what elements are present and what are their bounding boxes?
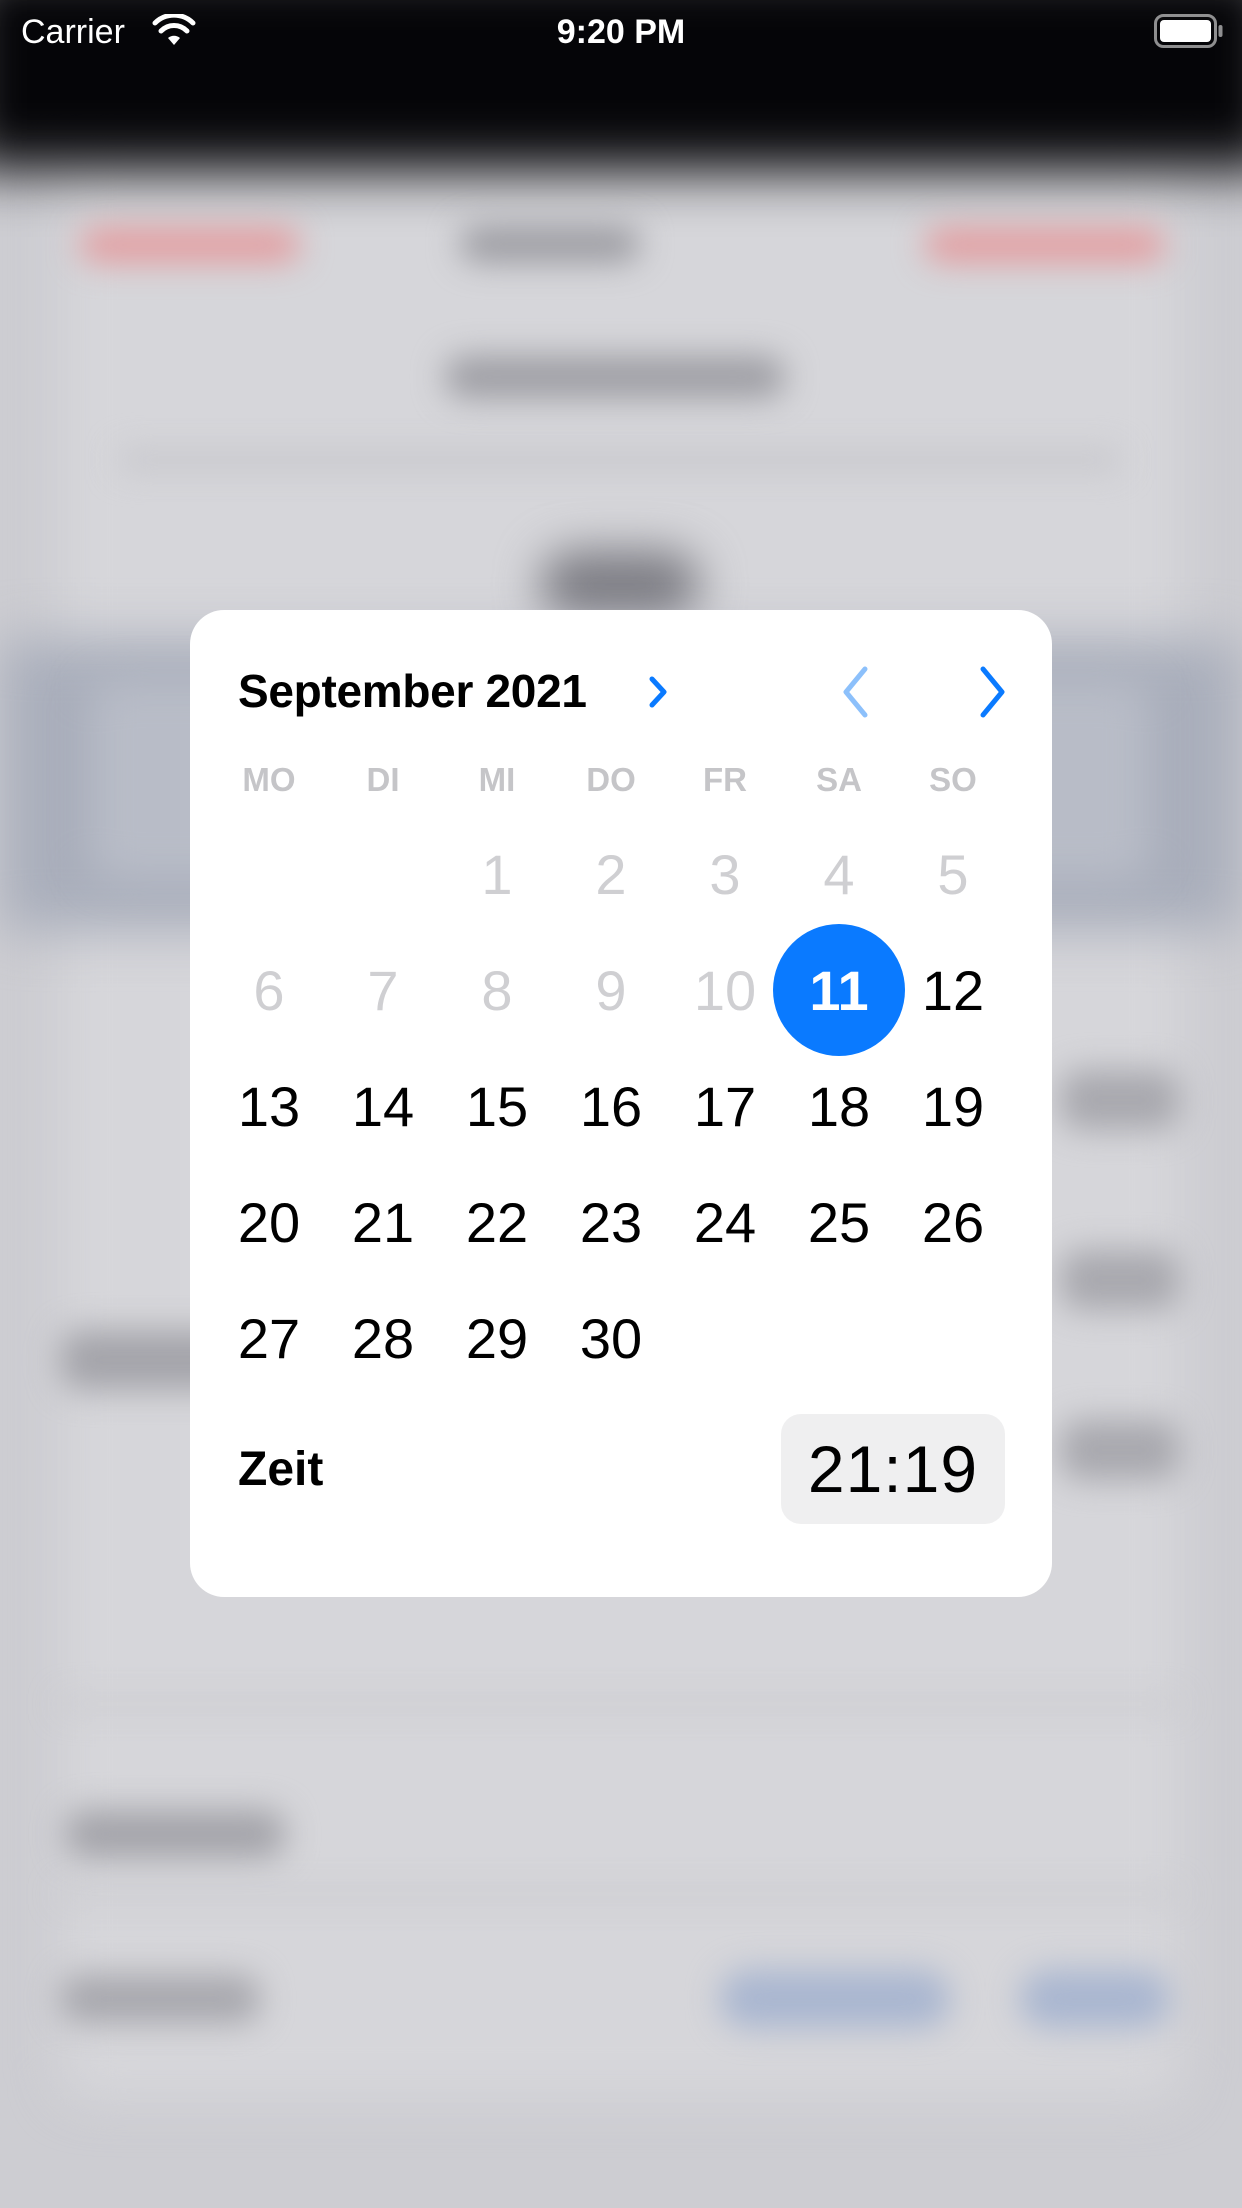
- day-cell-selected[interactable]: 11: [773, 924, 905, 1056]
- day-number: 17: [693, 1074, 757, 1138]
- day-number: 21: [351, 1190, 415, 1254]
- day-number: 8: [481, 958, 513, 1022]
- day-number: 26: [921, 1190, 985, 1254]
- day-number: 29: [465, 1306, 529, 1370]
- day-number: 13: [237, 1074, 301, 1138]
- day-number: 24: [693, 1190, 757, 1254]
- previous-month-button[interactable]: [828, 662, 884, 722]
- day-number: 10: [693, 958, 757, 1022]
- weekday-header: MO DI MI DO FR SA SO: [212, 760, 1010, 800]
- time-label: Zeit: [238, 1443, 324, 1496]
- day-cell[interactable]: 13: [212, 1048, 326, 1164]
- day-cell[interactable]: 17: [668, 1048, 782, 1164]
- day-number: 20: [237, 1190, 301, 1254]
- day-cell: 8: [440, 932, 554, 1048]
- day-number: 14: [351, 1074, 415, 1138]
- day-number: 9: [595, 958, 627, 1022]
- background-row-value: [1060, 1420, 1180, 1480]
- day-number: 30: [579, 1306, 643, 1370]
- background-row-value: [1060, 1250, 1180, 1310]
- day-cell[interactable]: 27: [212, 1280, 326, 1396]
- day-cell[interactable]: 24: [668, 1164, 782, 1280]
- day-number: 19: [921, 1074, 985, 1138]
- day-cell[interactable]: 14: [326, 1048, 440, 1164]
- month-year-toggle[interactable]: September 2021: [238, 660, 587, 722]
- day-cell[interactable]: 18: [782, 1048, 896, 1164]
- weekday-label: MI: [478, 761, 516, 798]
- day-number: 18: [807, 1074, 871, 1138]
- background-time-chip: [1020, 1970, 1170, 2028]
- day-cell[interactable]: 20: [212, 1164, 326, 1280]
- background-row-label: [60, 1975, 260, 2023]
- chevron-right-icon[interactable]: [643, 672, 673, 712]
- day-cell[interactable]: 15: [440, 1048, 554, 1164]
- day-cell[interactable]: 26: [896, 1164, 1010, 1280]
- day-cell: 4: [782, 816, 896, 932]
- day-number: 22: [465, 1190, 529, 1254]
- battery-icon: [1154, 14, 1223, 48]
- day-number: 15: [465, 1074, 529, 1138]
- day-cell: 3: [668, 816, 782, 932]
- background-divider: [60, 1890, 1180, 1898]
- day-cell: 5: [896, 816, 1010, 932]
- chevron-right-icon: [980, 666, 1005, 718]
- day-grid: 1 2 3 4 5 6 7 8 9 10 11 12 13 14 15 16 17 18 19 20 21 22 23 24 2…: [212, 816, 1010, 1396]
- background-title: [460, 226, 640, 262]
- chevron-left-icon: [843, 666, 868, 718]
- day-number: 16: [579, 1074, 643, 1138]
- background-subtitle: [445, 356, 785, 398]
- status-time: 9:20 PM: [556, 13, 686, 51]
- status-bar: Carrier 9:20 PM: [0, 0, 1242, 64]
- next-month-button[interactable]: [964, 662, 1020, 722]
- day-number: 11: [809, 958, 869, 1022]
- day-number: 1: [481, 842, 513, 906]
- day-cell: 9: [554, 932, 668, 1048]
- background-divider: [60, 1700, 1180, 1708]
- background-row-value: [1060, 1070, 1180, 1130]
- weekday-label: SO: [929, 761, 977, 798]
- day-number: 7: [367, 958, 399, 1022]
- day-cell: 7: [326, 932, 440, 1048]
- day-cell: 10: [668, 932, 782, 1048]
- weekday-label: SA: [816, 761, 862, 798]
- day-number: 23: [579, 1190, 643, 1254]
- day-cell: 6: [212, 932, 326, 1048]
- weekday-label: DO: [586, 761, 636, 798]
- day-cell[interactable]: 25: [782, 1164, 896, 1280]
- date-picker: September 2021 MO DI MI DO FR SA SO 1234567891…: [190, 610, 1052, 1597]
- day-cell[interactable]: 28: [326, 1280, 440, 1396]
- weekday-label: DI: [366, 761, 400, 798]
- day-number: 25: [807, 1190, 871, 1254]
- day-number: 4: [823, 842, 855, 906]
- day-cell: 2: [554, 816, 668, 932]
- day-number: 27: [237, 1306, 301, 1370]
- day-cell[interactable]: 16: [554, 1048, 668, 1164]
- day-number: 6: [253, 958, 285, 1022]
- day-number: 28: [351, 1306, 415, 1370]
- day-cell[interactable]: 21: [326, 1164, 440, 1280]
- day-cell[interactable]: 23: [554, 1164, 668, 1280]
- day-number: 3: [709, 842, 741, 906]
- day-cell[interactable]: 19: [896, 1048, 1010, 1164]
- day-cell[interactable]: 22: [440, 1164, 554, 1280]
- time-field[interactable]: 21:19: [781, 1414, 1005, 1524]
- background-row-label: [65, 1810, 285, 1858]
- weekday-label: MO: [242, 761, 296, 798]
- background-divider: [120, 450, 1120, 470]
- background-date-chip: [720, 1970, 950, 2028]
- day-number: 12: [921, 958, 985, 1022]
- weekday-label: FR: [703, 761, 747, 798]
- background-action-button: [925, 228, 1165, 262]
- day-cell[interactable]: 29: [440, 1280, 554, 1396]
- day-cell[interactable]: 30: [554, 1280, 668, 1396]
- day-cell[interactable]: 12: [896, 932, 1010, 1048]
- background-cancel-button: [80, 228, 300, 262]
- day-cell: 1: [440, 816, 554, 932]
- day-number: 2: [595, 842, 627, 906]
- day-number: 5: [937, 842, 969, 906]
